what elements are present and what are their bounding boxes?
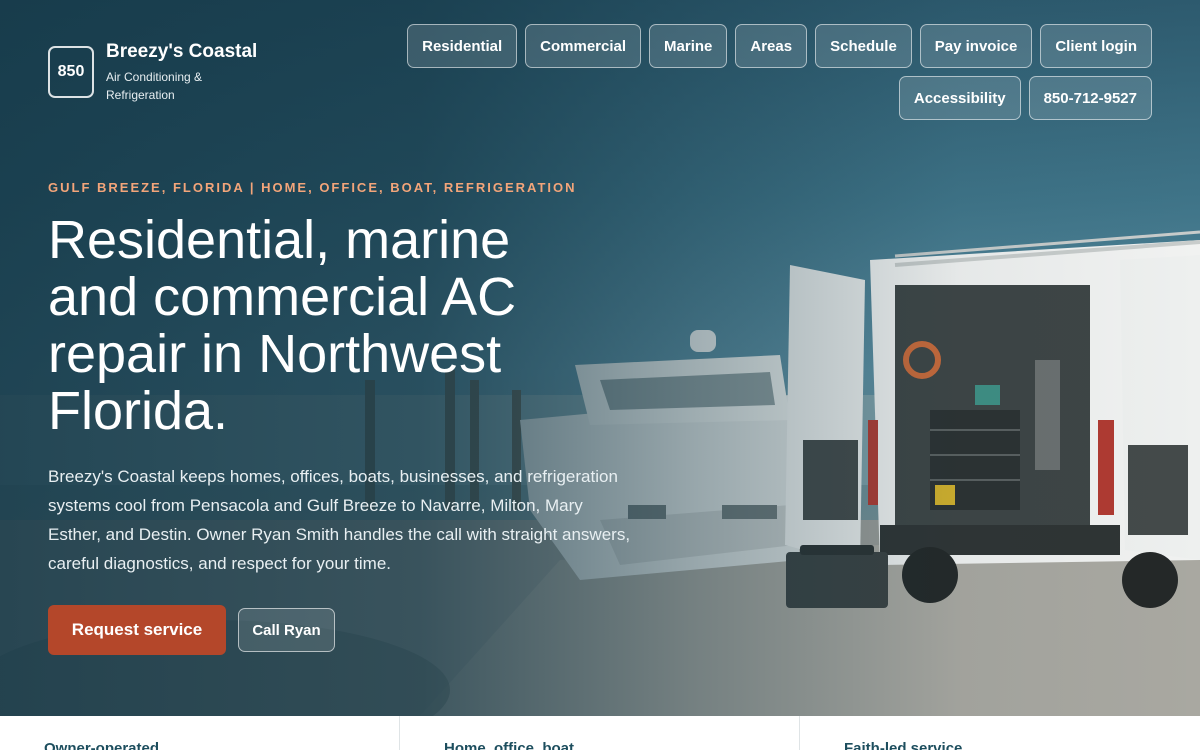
brand-text: Breezy's Coastal Air Conditioning & Refr… <box>106 40 257 104</box>
nav-client-login[interactable]: Client login <box>1040 24 1152 68</box>
feature-title: Faith-led service <box>844 740 963 750</box>
feature-title: Home, office, boat <box>444 740 575 750</box>
main-navigation: Residential Commercial Marine Areas Sche… <box>282 24 1152 120</box>
brand-subtitle: Air Conditioning & Refrigeration <box>106 70 203 102</box>
brand-name: Breezy's Coastal <box>106 41 258 62</box>
feature-card-faith: Faith-led service <box>800 716 1200 750</box>
nav-phone-button[interactable]: 850-712-9527 <box>1028 76 1152 120</box>
brand-badge: 850 <box>48 46 94 98</box>
brand-logo[interactable]: 850 Breezy's Coastal Air Conditioning & … <box>48 40 257 104</box>
nav-pay-invoice[interactable]: Pay invoice <box>919 24 1033 68</box>
call-ryan-button[interactable]: Call Ryan <box>238 608 335 652</box>
hero-intro: Breezy's Coastal keeps homes, offices, b… <box>48 467 631 573</box>
nav-commercial[interactable]: Commercial <box>525 24 642 68</box>
feature-card-home-office-boat: Home, office, boat <box>400 716 800 750</box>
hero-eyebrow: GULF BREEZE, FLORIDA | HOME, OFFICE, BOA… <box>48 180 577 195</box>
feature-card-owner: Owner-operated <box>0 716 400 750</box>
hero-headline: Residential, marine and commercial AC re… <box>48 210 517 441</box>
nav-schedule[interactable]: Schedule <box>815 24 912 68</box>
nav-accessibility[interactable]: Accessibility <box>898 76 1021 120</box>
feature-strip: Owner-operated Home, office, boat Faith-… <box>0 716 1200 750</box>
nav-marine[interactable]: Marine <box>649 24 728 68</box>
feature-title: Owner-operated <box>44 740 160 750</box>
nav-areas[interactable]: Areas <box>735 24 808 68</box>
request-service-button[interactable]: Request service <box>48 605 226 655</box>
nav-residential[interactable]: Residential <box>407 24 518 68</box>
